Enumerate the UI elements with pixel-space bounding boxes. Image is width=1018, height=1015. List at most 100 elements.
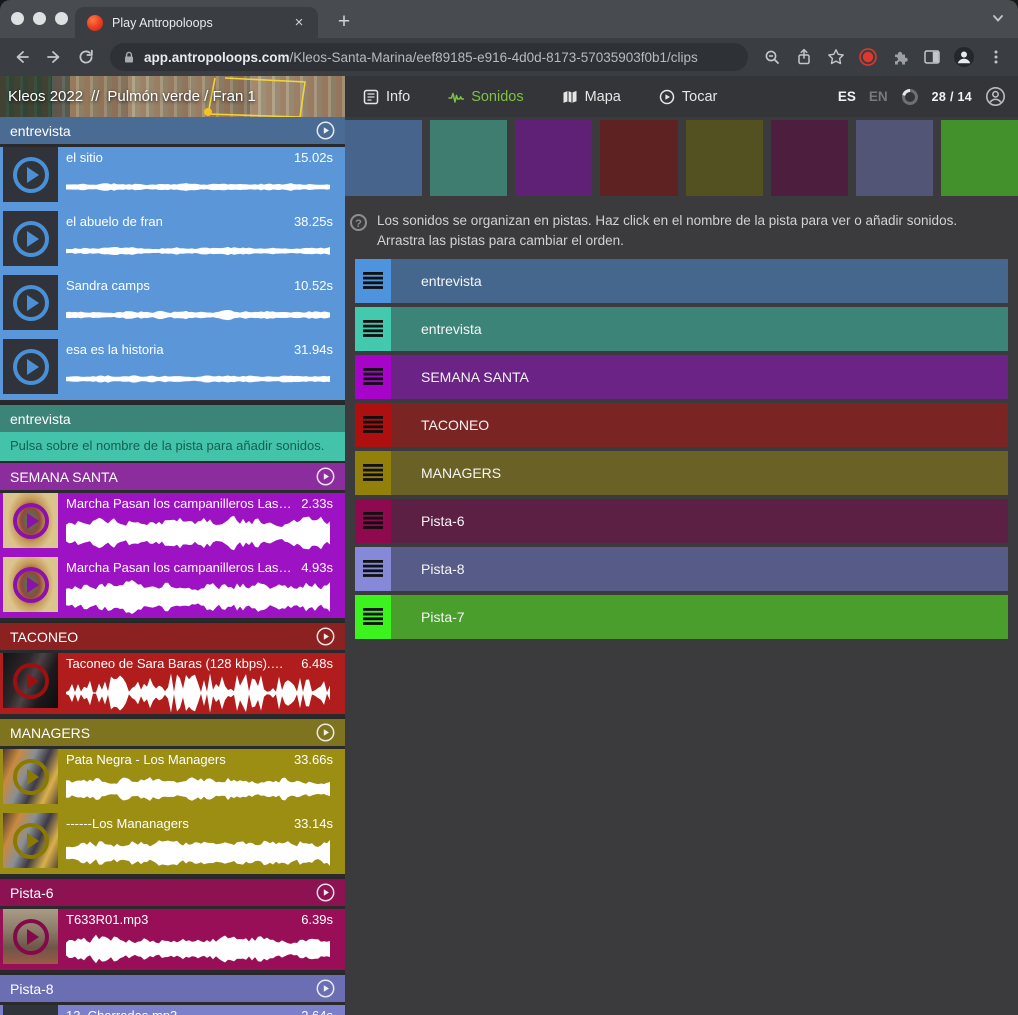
track-swatch[interactable]: [771, 120, 848, 196]
clip-thumbnail[interactable]: [3, 147, 58, 202]
browser-menu-icon[interactable]: [982, 43, 1010, 71]
nav-tocar[interactable]: Tocar: [659, 89, 717, 105]
clip-item[interactable]: Pata Negra - Los Managers 33.66s: [0, 749, 345, 810]
reload-button[interactable]: [72, 43, 100, 71]
track-name-header[interactable]: Pista-8: [0, 975, 345, 1002]
bookmark-star-icon[interactable]: [822, 43, 850, 71]
clip-thumbnail[interactable]: [3, 909, 58, 964]
forward-button[interactable]: [40, 43, 68, 71]
track-row[interactable]: Pista-7: [355, 595, 1008, 639]
clip-thumbnail[interactable]: [3, 653, 58, 708]
close-window-button[interactable]: [11, 12, 24, 25]
back-button[interactable]: [8, 43, 36, 71]
chevron-down-icon[interactable]: [990, 10, 1006, 26]
track-name-header[interactable]: entrevista: [0, 117, 345, 144]
nav-mapa[interactable]: Mapa: [562, 89, 621, 105]
new-tab-button[interactable]: +: [332, 10, 356, 34]
clip-item[interactable]: el abuelo de fran 38.25s: [0, 211, 345, 272]
clip-item[interactable]: Sandra camps 10.52s: [0, 275, 345, 336]
zoom-window-button[interactable]: [55, 12, 68, 25]
track-swatch[interactable]: [515, 120, 592, 196]
clip-thumbnail[interactable]: [3, 275, 58, 330]
track-swatch[interactable]: [941, 120, 1018, 196]
track-name-header[interactable]: Pista-6: [0, 879, 345, 906]
clip-item[interactable]: 13. Charradas.mp3 2.64s: [0, 1005, 345, 1015]
clip-item[interactable]: Marcha Pasan los campanilleros Las Mejor…: [0, 557, 345, 618]
window-controls[interactable]: [11, 12, 68, 25]
clip-play-icon[interactable]: [13, 663, 49, 699]
clip-play-icon[interactable]: [13, 503, 49, 539]
clip-thumbnail[interactable]: [3, 493, 58, 548]
track-name-header[interactable]: entrevista: [0, 405, 345, 432]
profile-avatar-icon[interactable]: [950, 43, 978, 71]
drag-handle[interactable]: [355, 355, 391, 399]
track-row[interactable]: TACONEO: [355, 403, 1008, 447]
track-row[interactable]: MANAGERS: [355, 451, 1008, 495]
clip-item[interactable]: ------Los Mananagers 33.14s: [0, 813, 345, 874]
drag-handle[interactable]: [355, 307, 391, 351]
minimize-window-button[interactable]: [33, 12, 46, 25]
track-name-header[interactable]: MANAGERS: [0, 719, 345, 746]
play-track-button[interactable]: [316, 467, 335, 486]
track-swatch[interactable]: [686, 120, 763, 196]
drag-handle[interactable]: [355, 547, 391, 591]
drag-handle[interactable]: [355, 259, 391, 303]
browser-tab[interactable]: Play Antropoloops ×: [75, 7, 318, 38]
lang-en-button[interactable]: EN: [869, 89, 888, 104]
clip-item[interactable]: T633R01.mp3 6.39s: [0, 909, 345, 970]
track-row[interactable]: Pista-8: [355, 547, 1008, 591]
drag-handle-icon: [363, 416, 383, 433]
track-section: Pista-8 13. Charradas.mp3 2.64s: [0, 975, 345, 1015]
clip-play-icon[interactable]: [13, 221, 49, 257]
clip-item[interactable]: el sitio 15.02s: [0, 147, 345, 208]
clip-play-icon[interactable]: [13, 823, 49, 859]
clip-play-icon[interactable]: [13, 919, 49, 955]
track-name-header[interactable]: SEMANA SANTA: [0, 463, 345, 490]
track-swatch[interactable]: [600, 120, 677, 196]
track-swatch[interactable]: [430, 120, 507, 196]
address-bar[interactable]: app.antropoloops.com/Kleos-Santa-Marina/…: [110, 43, 748, 71]
clip-thumbnail[interactable]: [3, 813, 58, 868]
track-name-header[interactable]: TACONEO: [0, 623, 345, 650]
track-row[interactable]: entrevista: [355, 259, 1008, 303]
nav-sonidos[interactable]: Sonidos: [448, 89, 523, 105]
drag-handle[interactable]: [355, 499, 391, 543]
clip-play-icon[interactable]: [13, 567, 49, 603]
clip-item[interactable]: Marcha Pasan los campanilleros Las Mejor…: [0, 493, 345, 554]
clip-play-icon[interactable]: [13, 349, 49, 385]
project-banner-image[interactable]: Kleos 2022 // Pulmón verde / Fran 1: [0, 76, 345, 117]
clip-item[interactable]: Taconeo de Sara Baras (128 kbps).mp3 6.4…: [0, 653, 345, 714]
track-swatch[interactable]: [856, 120, 933, 196]
track-section: SEMANA SANTA Marcha Pasan los campanille…: [0, 463, 345, 623]
track-row[interactable]: SEMANA SANTA: [355, 355, 1008, 399]
nav-info[interactable]: Info: [363, 89, 410, 105]
play-track-button[interactable]: [316, 627, 335, 646]
clip-thumbnail[interactable]: [3, 211, 58, 266]
clip-item[interactable]: esa es la historia 31.94s: [0, 339, 345, 400]
track-row[interactable]: Pista-6: [355, 499, 1008, 543]
clip-play-icon[interactable]: [13, 157, 49, 193]
clip-play-icon[interactable]: [13, 285, 49, 321]
zoom-indicator-icon[interactable]: [758, 43, 786, 71]
drag-handle[interactable]: [355, 403, 391, 447]
account-icon[interactable]: [985, 86, 1006, 107]
track-row[interactable]: entrevista: [355, 307, 1008, 351]
play-track-button[interactable]: [316, 883, 335, 902]
extensions-puzzle-icon[interactable]: [886, 43, 914, 71]
side-panel-icon[interactable]: [918, 43, 946, 71]
drag-handle[interactable]: [355, 595, 391, 639]
lang-es-button[interactable]: ES: [838, 89, 856, 104]
drag-handle[interactable]: [355, 451, 391, 495]
clip-thumbnail[interactable]: [3, 1005, 58, 1015]
tab-close-icon[interactable]: ×: [290, 14, 308, 32]
share-icon[interactable]: [790, 43, 818, 71]
play-track-button[interactable]: [316, 723, 335, 742]
clip-play-icon[interactable]: [13, 759, 49, 795]
clip-thumbnail[interactable]: [3, 749, 58, 804]
clip-thumbnail[interactable]: [3, 557, 58, 612]
play-track-button[interactable]: [316, 121, 335, 140]
track-swatch[interactable]: [345, 120, 422, 196]
clip-thumbnail[interactable]: [3, 339, 58, 394]
recording-indicator-icon[interactable]: [854, 43, 882, 71]
play-track-button[interactable]: [316, 979, 335, 998]
